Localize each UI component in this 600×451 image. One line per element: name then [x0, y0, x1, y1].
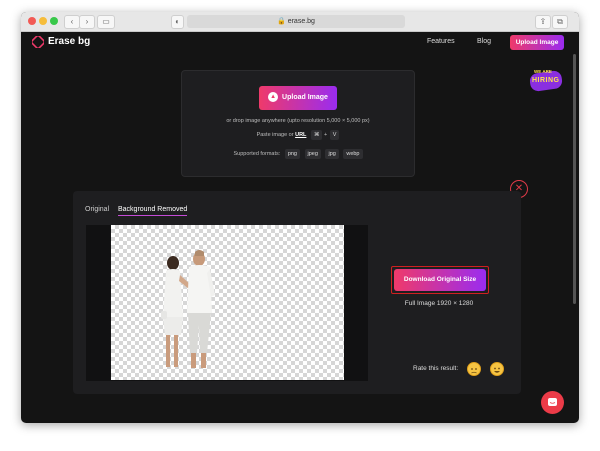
download-highlight: Download Original Size — [391, 266, 489, 294]
full-image-info: Full Image 1920 × 1280 — [391, 300, 487, 307]
browser-window: ‹ › ▭ ◐ 🔒 erase.bg ⇪ ⧉ Erase bg Features… — [21, 12, 579, 423]
nav-link-features[interactable]: Features — [427, 38, 455, 45]
formats-label: Supported formats: — [233, 151, 281, 157]
sidebar-toggle-icon[interactable]: ▭ — [97, 15, 115, 29]
plus-sign: + — [323, 132, 328, 138]
transparent-preview — [111, 225, 344, 380]
format-jpg: jpg — [325, 149, 339, 159]
upload-image-button-label: Upload Image — [282, 94, 328, 101]
erase-bg-logo-icon[interactable] — [32, 36, 44, 48]
browser-titlebar: ‹ › ▭ ◐ 🔒 erase.bg ⇪ ⧉ — [21, 12, 579, 32]
couple-cutout-image — [161, 250, 215, 368]
back-button[interactable]: ‹ — [64, 15, 80, 29]
upload-image-button[interactable]: ▲ Upload Image — [259, 86, 337, 110]
hiring-badge-text: HIRING — [532, 77, 560, 84]
tab-background-removed[interactable]: Background Removed — [118, 206, 188, 216]
drop-hint: or drop image anywhere (upto resolution … — [226, 118, 370, 124]
forward-button[interactable]: › — [79, 15, 95, 29]
nav-link-blog[interactable]: Blog — [477, 38, 491, 45]
page-scrollbar[interactable] — [573, 54, 576, 304]
hiring-badge[interactable]: WE ARE HIRING — [526, 68, 566, 94]
minimize-window-icon[interactable] — [39, 17, 47, 25]
maximize-window-icon[interactable] — [50, 17, 58, 25]
paste-url-link[interactable]: URL — [295, 132, 306, 138]
address-bar[interactable]: 🔒 erase.bg — [187, 15, 405, 28]
v-key: V — [329, 130, 340, 140]
chat-icon — [548, 398, 557, 406]
format-jpeg: jpeg — [304, 149, 321, 159]
cmd-key: ⌘ — [310, 130, 323, 140]
close-window-icon[interactable] — [28, 17, 36, 25]
format-png: png — [284, 149, 300, 159]
format-webp: webp — [343, 149, 363, 159]
site-header: Erase bg Features Blog Upload Image — [21, 32, 579, 52]
tabs-overview-icon[interactable]: ⧉ — [552, 15, 568, 29]
full-image-label: Full Image — [404, 300, 436, 307]
share-icon[interactable]: ⇪ — [535, 15, 551, 29]
brand-name[interactable]: Erase bg — [48, 36, 90, 47]
full-image-size: 1920 × 1280 — [436, 300, 474, 307]
preview-area — [86, 225, 368, 381]
sad-face-icon[interactable] — [467, 362, 481, 376]
download-original-size-button[interactable]: Download Original Size — [394, 269, 486, 291]
address-text: erase.bg — [287, 18, 315, 25]
chat-support-button[interactable] — [541, 391, 564, 414]
paste-hint: Paste image or URL ⌘ + V — [182, 130, 414, 140]
paste-hint-text: Paste image or — [256, 132, 294, 138]
rate-label: Rate this result: — [413, 365, 459, 372]
result-panel: Original Background Removed Download Ori… — [73, 191, 521, 394]
hiring-badge-top-text: WE ARE — [534, 69, 552, 74]
upload-panel[interactable]: ▲ Upload Image or drop image anywhere (up… — [181, 70, 415, 177]
header-upload-button[interactable]: Upload Image — [510, 35, 564, 50]
supported-formats: Supported formats: png jpeg jpg webp — [182, 149, 414, 159]
happy-face-icon[interactable] — [490, 362, 504, 376]
privacy-icon[interactable]: ◐ — [171, 15, 184, 29]
upload-icon: ▲ — [268, 92, 279, 103]
tab-original[interactable]: Original — [85, 206, 109, 213]
lock-icon: 🔒 — [277, 18, 286, 25]
